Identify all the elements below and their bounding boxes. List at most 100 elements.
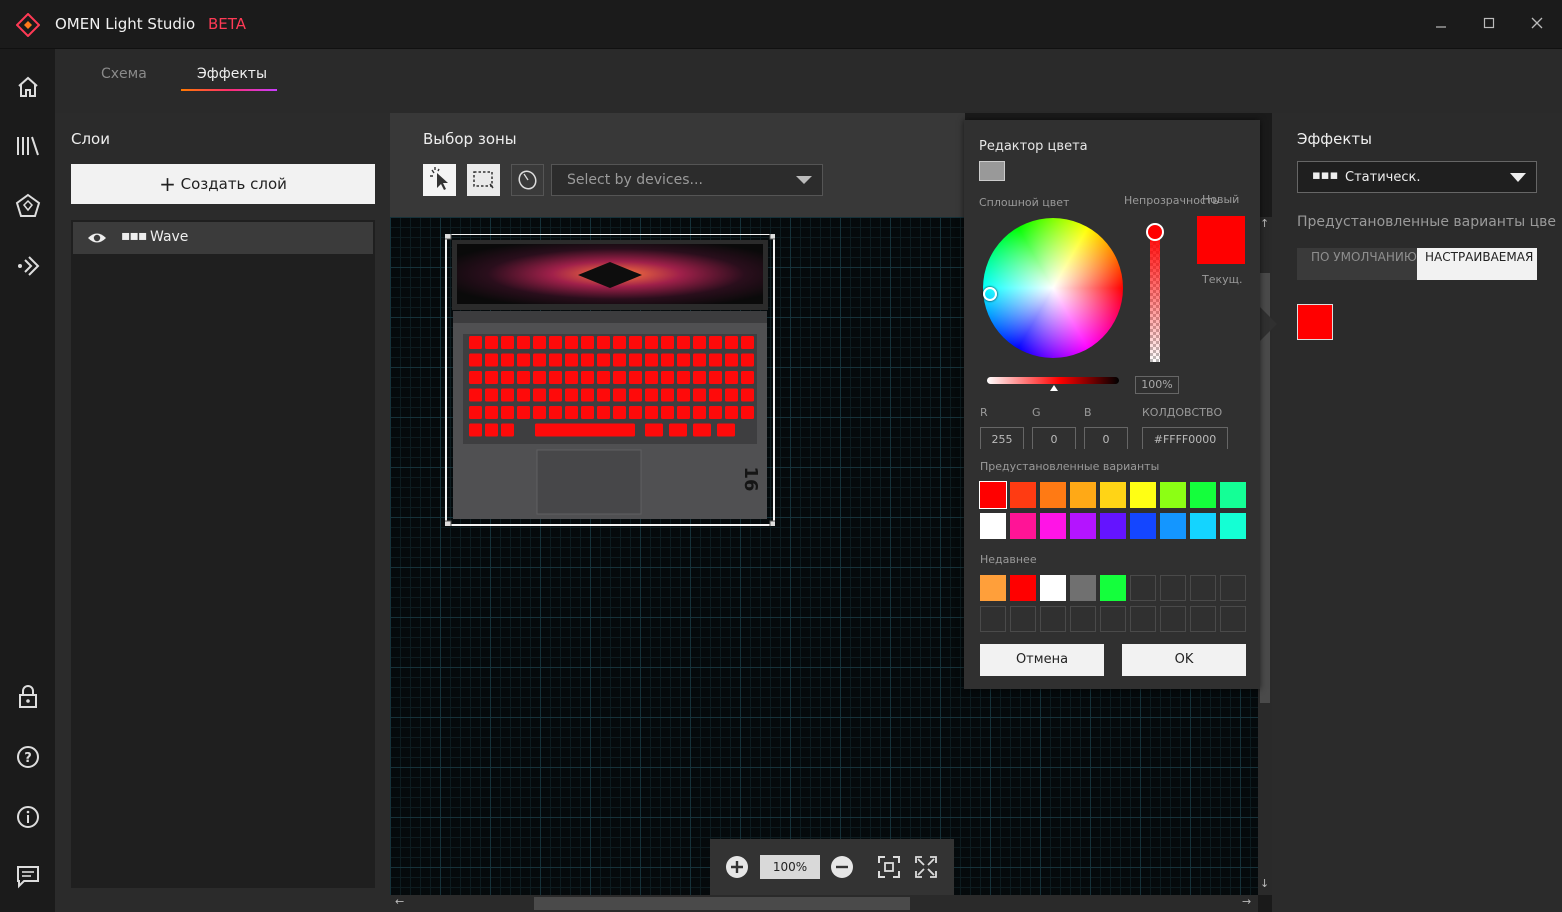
recent-color-swatch[interactable] [1070,575,1096,601]
drag-handle-icon[interactable]: ▪▪▪ [121,228,147,244]
preset-custom-button[interactable]: НАСТРАИВАЕМАЯ [1417,248,1537,280]
opacity-slider-handle[interactable] [1146,223,1164,241]
info-icon[interactable] [14,803,42,831]
color-mode-swatch[interactable] [979,161,1005,181]
preset-color-swatch[interactable] [1070,513,1096,539]
preset-color-swatch[interactable] [1100,482,1126,508]
keyboard-key [693,406,706,419]
tab-effects[interactable]: Эффекты [197,66,267,82]
maximize-button[interactable] [1476,12,1502,38]
preset-color-swatch[interactable] [979,481,1007,509]
empty-recent-slot[interactable] [1190,575,1216,601]
broadcast-icon[interactable] [14,252,42,280]
brightness-slider[interactable] [987,377,1119,384]
minimize-button[interactable] [1428,12,1454,38]
help-icon[interactable]: ? [14,743,42,771]
keyboard-key [677,406,690,419]
horizontal-scrollbar[interactable]: ← → [390,895,1258,912]
horizontal-scroll-thumb[interactable] [534,897,910,910]
empty-recent-slot[interactable] [1160,606,1186,632]
lock-icon[interactable] [14,683,42,711]
preset-color-swatch[interactable] [1010,513,1036,539]
empty-recent-slot[interactable] [980,606,1006,632]
keyboard-key [535,423,635,437]
empty-recent-slot[interactable] [1010,606,1036,632]
preset-default-button[interactable]: ПО УМОЛЧАНИЮ [1297,248,1417,280]
empty-recent-slot[interactable] [1040,606,1066,632]
b-input[interactable]: 0 [1084,427,1128,449]
zone-selection-header: Выбор зоны Select by devices... [390,113,965,217]
keyboard-key [645,371,658,384]
keyboard-key [741,336,754,349]
keyboard-key [533,353,546,367]
opacity-input[interactable]: 100% [1135,376,1179,394]
preset-color-swatch[interactable] [1160,482,1186,508]
empty-recent-slot[interactable] [1130,575,1156,601]
empty-recent-slot[interactable] [1100,606,1126,632]
feedback-icon[interactable] [14,862,42,890]
preset-color-swatch[interactable] [1220,482,1246,508]
empty-recent-slot[interactable] [1220,606,1246,632]
empty-recent-slot[interactable] [1190,606,1216,632]
pentagon-icon[interactable] [14,192,42,220]
scroll-up-icon[interactable]: ↑ [1260,217,1269,230]
cancel-button[interactable]: Отмена [980,644,1104,676]
fullscreen-icon[interactable] [914,855,938,879]
pointer-select-tool[interactable] [423,164,456,196]
keyboard-key [485,371,498,384]
zoom-in-icon[interactable] [725,855,749,879]
preset-color-swatch[interactable] [1190,482,1216,508]
keyboard-key [533,388,546,402]
preset-color-swatch[interactable] [1040,513,1066,539]
brightness-slider-handle[interactable] [1050,385,1058,391]
recent-color-swatch[interactable] [980,575,1006,601]
keyboard-key [693,353,706,367]
scroll-left-icon[interactable]: ← [395,895,404,908]
preset-color-swatch[interactable] [1130,482,1156,508]
fit-to-screen-icon[interactable] [877,855,901,879]
close-button[interactable] [1524,12,1550,38]
layer-name: Wave [150,229,189,245]
preset-color-swatch[interactable] [1160,513,1186,539]
library-icon[interactable] [14,132,42,160]
empty-recent-slot[interactable] [1070,606,1096,632]
empty-recent-slot[interactable] [1130,606,1156,632]
empty-recent-slot[interactable] [1160,575,1186,601]
scroll-down-icon[interactable]: ↓ [1260,877,1269,890]
eye-icon[interactable] [87,230,107,246]
create-layer-button[interactable]: + Создать слой [71,164,375,204]
recent-color-swatch[interactable] [1010,575,1036,601]
recent-color-swatch[interactable] [1040,575,1066,601]
keyboard-key [709,371,722,384]
recent-color-swatch[interactable] [1100,575,1126,601]
preset-color-swatch[interactable] [1040,482,1066,508]
zoom-level[interactable]: 100% [760,855,820,879]
keyboard-key [629,406,642,419]
preset-color-swatch[interactable] [980,513,1006,539]
rectangle-select-tool[interactable] [467,164,500,196]
layer-item[interactable]: ▪▪▪ Wave [73,222,373,254]
preset-color-swatch[interactable] [1130,513,1156,539]
laptop-device-image[interactable]: 16 [445,234,775,526]
preset-color-swatch[interactable] [1100,513,1126,539]
preset-color-swatch[interactable] [1070,482,1096,508]
ok-button[interactable]: OK [1122,644,1246,676]
preset-color-swatch[interactable] [1220,513,1246,539]
tab-scheme[interactable]: Схема [101,66,147,82]
g-input[interactable]: 0 [1032,427,1076,449]
preset-color-swatch[interactable] [1010,482,1036,508]
empty-recent-slot[interactable] [1220,575,1246,601]
scroll-right-icon[interactable]: → [1242,895,1251,908]
effect-type-dropdown[interactable]: ▪▪▪ Статическ. [1297,161,1537,193]
device-select-tool[interactable] [511,164,544,196]
home-icon[interactable] [14,73,42,101]
hex-input[interactable]: #FFFF0000 [1142,427,1228,449]
device-select-dropdown[interactable]: Select by devices... [551,164,823,196]
r-input[interactable]: 255 [980,427,1024,449]
color-wheel[interactable] [983,218,1123,358]
preset-color-swatch[interactable] [1190,513,1216,539]
effect-color-swatch[interactable] [1297,304,1333,340]
opacity-slider[interactable] [1150,230,1160,362]
zoom-out-icon[interactable] [830,855,854,879]
color-wheel-handle[interactable] [983,287,997,301]
